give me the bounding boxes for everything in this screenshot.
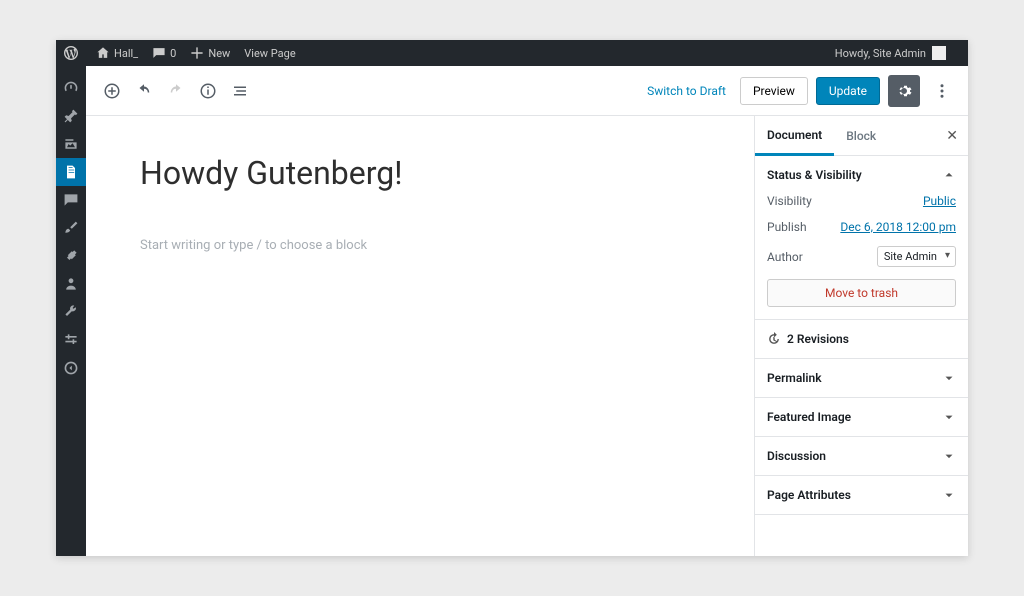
admin-bar: Hall_ 0 New View Page Howdy, Site Admin (56, 40, 968, 66)
brush-icon (63, 220, 79, 236)
user-icon (63, 276, 79, 292)
editor-toolbar: Switch to Draft Preview Update (86, 66, 968, 116)
new-label: New (208, 47, 230, 60)
new-content-link[interactable]: New (190, 46, 230, 60)
plus-icon (190, 46, 204, 60)
menu-collapse[interactable] (56, 354, 86, 382)
editor-canvas[interactable]: Howdy Gutenberg! Start writing or type /… (86, 116, 754, 556)
panel-featured-image: Featured Image (755, 398, 968, 437)
panel-page-attributes: Page Attributes (755, 476, 968, 515)
panel-page-attributes-header[interactable]: Page Attributes (755, 476, 968, 514)
comments-link[interactable]: 0 (152, 46, 176, 60)
menu-settings[interactable] (56, 326, 86, 354)
menu-media[interactable] (56, 130, 86, 158)
pin-icon (63, 108, 79, 124)
outline-icon (231, 82, 249, 100)
panel-status-header[interactable]: Status & Visibility (755, 156, 968, 194)
menu-tools[interactable] (56, 298, 86, 326)
author-label: Author (767, 250, 803, 264)
chevron-down-icon (942, 371, 956, 385)
editor-area: Switch to Draft Preview Update Howdy Gut… (86, 66, 968, 556)
menu-pages[interactable] (56, 158, 86, 186)
outline-button[interactable] (224, 75, 256, 107)
sliders-icon (63, 332, 79, 348)
collapse-icon (63, 360, 79, 376)
plug-icon (63, 248, 79, 264)
comment-icon (152, 46, 166, 60)
gear-icon (895, 82, 913, 100)
add-block-button[interactable] (96, 75, 128, 107)
settings-sidebar: Document Block ✕ Status & Visibility Vis… (754, 116, 968, 556)
panel-discussion: Discussion (755, 437, 968, 476)
publish-row: Publish Dec 6, 2018 12:00 pm (767, 220, 956, 234)
more-menu-button[interactable] (926, 75, 958, 107)
panel-permalink-header[interactable]: Permalink (755, 359, 968, 397)
post-title[interactable]: Howdy Gutenberg! (140, 154, 700, 192)
menu-comments[interactable] (56, 186, 86, 214)
plus-circle-icon (103, 82, 121, 100)
wp-editor-window: Hall_ 0 New View Page Howdy, Site Admin (56, 40, 968, 556)
dashboard-icon (63, 80, 79, 96)
redo-icon (167, 82, 185, 100)
comments-count: 0 (170, 47, 176, 60)
tab-block[interactable]: Block (834, 116, 888, 155)
media-icon (63, 136, 79, 152)
admin-sidebar (56, 66, 86, 556)
home-icon (96, 46, 110, 60)
switch-to-draft-link[interactable]: Switch to Draft (647, 84, 726, 98)
panel-permalink: Permalink (755, 359, 968, 398)
wrench-icon (63, 304, 79, 320)
pages-icon (63, 164, 79, 180)
menu-posts[interactable] (56, 102, 86, 130)
info-button[interactable] (192, 75, 224, 107)
author-row: Author Site Admin (767, 246, 956, 267)
publish-value-link[interactable]: Dec 6, 2018 12:00 pm (840, 220, 956, 234)
chevron-down-icon (942, 449, 956, 463)
undo-icon (135, 82, 153, 100)
wordpress-icon (64, 46, 78, 60)
move-to-trash-button[interactable]: Move to trash (767, 279, 956, 307)
block-placeholder[interactable]: Start writing or type / to choose a bloc… (140, 238, 700, 253)
preview-button[interactable]: Preview (740, 77, 808, 105)
menu-plugins[interactable] (56, 242, 86, 270)
wp-logo[interactable] (64, 46, 82, 60)
tab-document[interactable]: Document (755, 117, 834, 156)
panel-featured-image-header[interactable]: Featured Image (755, 398, 968, 436)
redo-button[interactable] (160, 75, 192, 107)
settings-toggle[interactable] (888, 75, 920, 107)
close-sidebar-button[interactable]: ✕ (946, 128, 958, 144)
howdy-account[interactable]: Howdy, Site Admin (835, 46, 946, 60)
visibility-label: Visibility (767, 194, 812, 208)
comments-icon (63, 192, 79, 208)
publish-label: Publish (767, 220, 807, 234)
avatar-icon (932, 46, 946, 60)
kebab-icon (933, 82, 951, 100)
panel-status-visibility: Status & Visibility Visibility Public Pu… (755, 156, 968, 320)
sidebar-tabs: Document Block ✕ (755, 116, 968, 156)
info-icon (199, 82, 217, 100)
undo-button[interactable] (128, 75, 160, 107)
menu-dashboard[interactable] (56, 74, 86, 102)
panel-discussion-header[interactable]: Discussion (755, 437, 968, 475)
view-page-link[interactable]: View Page (244, 47, 295, 60)
revisions-link[interactable]: 2 Revisions (755, 320, 968, 359)
menu-users[interactable] (56, 270, 86, 298)
visibility-row: Visibility Public (767, 194, 956, 208)
site-name-link[interactable]: Hall_ (96, 46, 138, 60)
chevron-down-icon (942, 410, 956, 424)
chevron-up-icon (942, 168, 956, 182)
history-icon (767, 332, 781, 346)
site-name: Hall_ (114, 47, 138, 60)
visibility-value-link[interactable]: Public (923, 194, 956, 208)
chevron-down-icon (942, 488, 956, 502)
author-dropdown[interactable]: Site Admin (877, 246, 956, 267)
update-button[interactable]: Update (816, 77, 880, 105)
menu-appearance[interactable] (56, 214, 86, 242)
